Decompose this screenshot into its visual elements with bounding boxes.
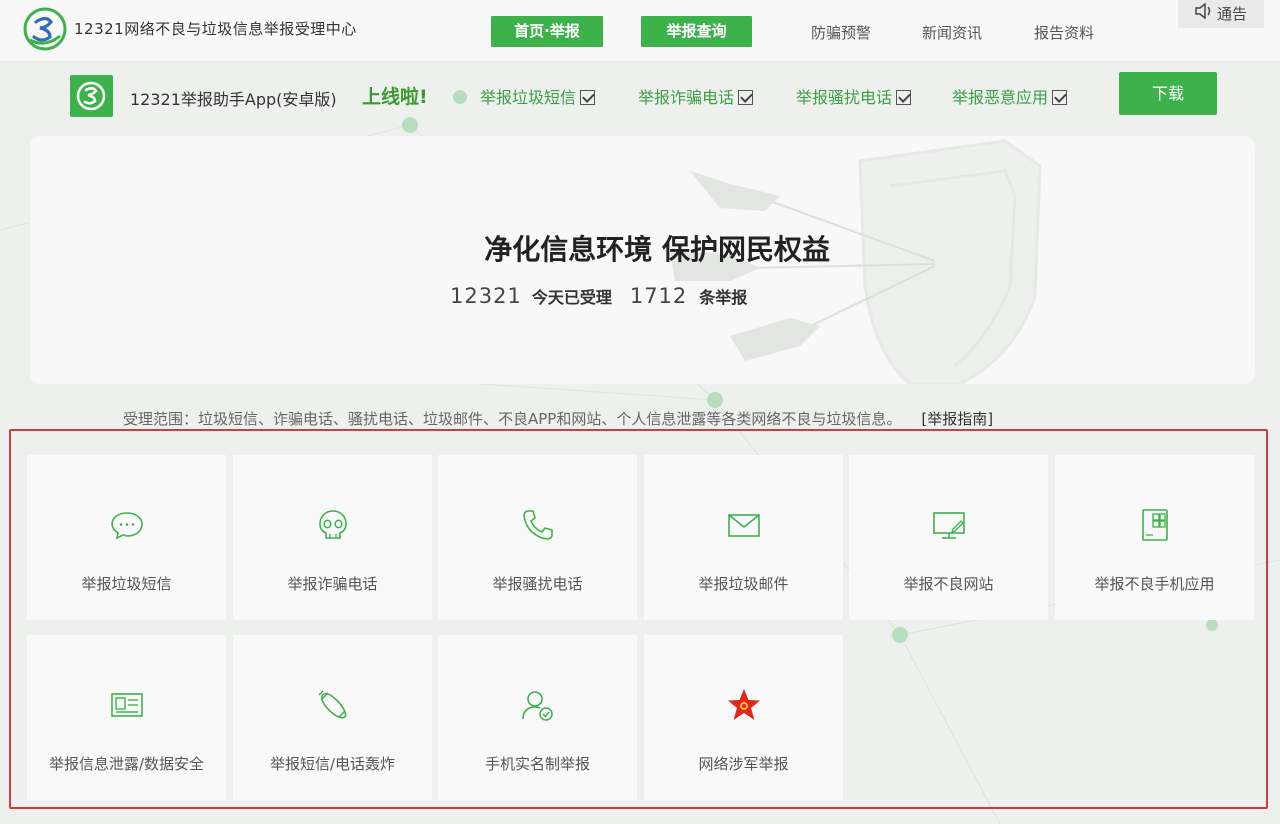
nav-reports-link[interactable]: 报告资料 xyxy=(1034,22,1094,43)
tile-label: 举报不良网站 xyxy=(903,575,994,593)
skull-icon xyxy=(319,510,347,539)
monitor-icon xyxy=(933,512,965,539)
tile-report-spam-sms[interactable]: 举报垃圾短信 xyxy=(27,455,226,620)
tile-label: 举报垃圾短信 xyxy=(81,575,172,593)
tile-report-spam-email[interactable]: 举报垃圾邮件 xyxy=(644,455,843,620)
report-guide-link[interactable]: [举报指南] xyxy=(921,410,993,428)
hotline-number: 12321 xyxy=(450,284,522,308)
tile-label: 举报信息泄露/数据安全 xyxy=(48,755,205,773)
tile-report-bad-website[interactable]: 举报不良网站 xyxy=(849,455,1048,620)
tile-label: 手机实名制举报 xyxy=(484,755,590,773)
scope-text: 受理范围：垃圾短信、诈骗电话、骚扰电话、垃圾邮件、不良APP和网站、个人信息泄露… xyxy=(123,410,902,428)
acceptance-scope: 受理范围：垃圾短信、诈骗电话、骚扰电话、垃圾邮件、不良APP和网站、个人信息泄露… xyxy=(123,408,993,429)
today-accepted-label: 今天已受理 xyxy=(531,288,612,307)
promo-app-label: 12321举报助手App(安卓版) xyxy=(130,90,337,109)
hero-stats: 12321 今天已受理 1712 条举报 xyxy=(450,284,765,308)
tile-label: 举报不良手机应用 xyxy=(1094,575,1215,593)
mobile-app-icon xyxy=(1142,509,1168,541)
notice-label: 通告 xyxy=(1216,5,1247,23)
checkbox-icon xyxy=(1052,90,1068,105)
hero-banner: 净化信息环境 保护网民权益 12321 今天已受理 1712 条举报 xyxy=(30,136,1255,384)
app-logo-icon xyxy=(70,75,113,117)
tile-label: 举报垃圾邮件 xyxy=(698,575,789,593)
promo-item-label: 举报恶意应用 xyxy=(952,88,1049,107)
top-header: 12321网络不良与垃圾信息举报受理中心 首页·举报 举报查询 防骗预警 新闻资… xyxy=(0,0,1280,62)
tile-label: 举报短信/电话轰炸 xyxy=(269,755,396,773)
tile-report-data-leak[interactable]: 举报信息泄露/数据安全 xyxy=(27,635,226,800)
12321-logo-icon[interactable] xyxy=(22,6,68,52)
app-promo-bar: 12321举报助手App(安卓版) 上线啦! 举报垃圾短信 举报诈骗电话 举报骚… xyxy=(0,63,1280,127)
promo-item-harassment-call: 举报骚扰电话 xyxy=(796,84,912,108)
checkbox-icon xyxy=(896,90,912,105)
notice-button[interactable]: 通告 xyxy=(1178,0,1264,28)
tile-label: 网络涉军举报 xyxy=(698,755,789,773)
promo-online-label: 上线啦! xyxy=(362,86,428,108)
today-report-count: 1712 xyxy=(629,284,688,308)
nav-report-query-button[interactable]: 举报查询 xyxy=(641,16,752,47)
tile-report-harassment-call[interactable]: 举报骚扰电话 xyxy=(438,455,637,620)
nav-home-report-button[interactable]: 首页·举报 xyxy=(491,16,603,47)
promo-item-malicious-app: 举报恶意应用 xyxy=(952,84,1068,108)
tile-report-bad-mobile-app[interactable]: 举报不良手机应用 xyxy=(1055,455,1254,620)
chat-bubble-icon xyxy=(111,512,143,540)
red-star-icon xyxy=(728,689,760,720)
checkbox-icon xyxy=(738,90,754,105)
promo-item-label: 举报诈骗电话 xyxy=(638,88,735,107)
tile-report-real-name[interactable]: 手机实名制举报 xyxy=(438,635,637,800)
tile-label: 举报诈骗电话 xyxy=(287,575,378,593)
tile-report-fraud-call[interactable]: 举报诈骗电话 xyxy=(233,455,432,620)
tile-report-military[interactable]: 网络涉军举报 xyxy=(644,635,843,800)
promo-item-label: 举报骚扰电话 xyxy=(796,88,893,107)
report-count-suffix: 条举报 xyxy=(699,288,748,307)
promo-item-label: 举报垃圾短信 xyxy=(480,88,577,107)
speaker-icon xyxy=(1195,3,1211,19)
site-title[interactable]: 12321网络不良与垃圾信息举报受理中心 xyxy=(74,18,357,39)
tile-label: 举报骚扰电话 xyxy=(492,575,583,593)
checkbox-icon xyxy=(580,90,596,105)
envelope-icon xyxy=(728,514,760,537)
bomb-icon xyxy=(318,690,347,719)
tile-report-sms-call-bombing[interactable]: 举报短信/电话轰炸 xyxy=(233,635,432,800)
phone-icon xyxy=(523,510,553,540)
promo-item-spam-sms: 举报垃圾短信 xyxy=(480,84,596,108)
nav-fraud-warning-link[interactable]: 防骗预警 xyxy=(811,22,871,43)
hero-title: 净化信息环境 保护网民权益 xyxy=(484,233,830,266)
user-check-icon xyxy=(522,691,553,721)
download-button[interactable]: 下载 xyxy=(1119,72,1217,115)
promo-item-fraud-call: 举报诈骗电话 xyxy=(638,84,754,108)
nav-news-link[interactable]: 新闻资讯 xyxy=(922,22,982,43)
id-card-icon xyxy=(111,693,143,717)
